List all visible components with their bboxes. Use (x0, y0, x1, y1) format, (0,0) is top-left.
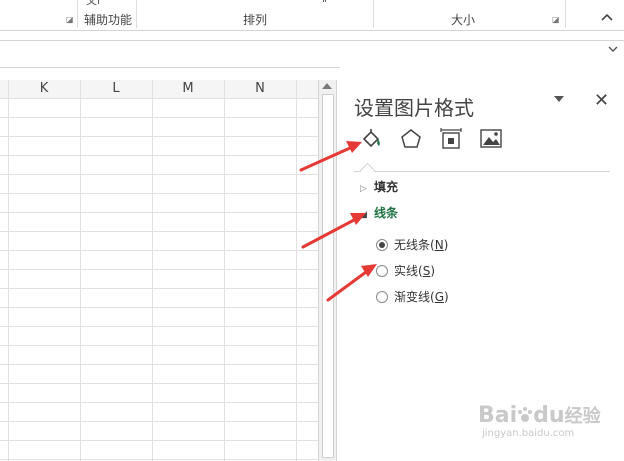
pane-options-icon[interactable] (554, 96, 564, 102)
dialog-launcher-icon[interactable]: ◪ (552, 15, 560, 24)
dialog-launcher-icon[interactable]: ◪ (66, 15, 74, 24)
active-tab-indicator (359, 162, 376, 179)
chevron-down-icon[interactable] (608, 46, 618, 52)
chevron-up-icon[interactable] (601, 13, 613, 21)
radio-button-icon[interactable] (376, 291, 388, 303)
size-properties-icon[interactable] (440, 128, 462, 150)
column-header-partial (0, 80, 8, 99)
group-label-arrange: 排列 (243, 13, 268, 27)
paw-icon (518, 407, 533, 422)
ribbon-separator (565, 0, 566, 28)
radio-solid-line[interactable]: 实线(S) (376, 262, 435, 279)
collapse-triangle-icon: ◢ (360, 210, 367, 220)
ribbon-separator (136, 0, 137, 28)
column-header-l[interactable]: L (80, 80, 152, 99)
baidu-jingyan-watermark: Bai du经验 jingyan.baidu.com (478, 403, 601, 439)
radio-button-icon[interactable] (376, 239, 388, 251)
ribbon: 文ⅰ ⅱ ◪ 辅助功能 排列 大小 ◪ (0, 0, 624, 31)
effects-pentagon-icon[interactable] (400, 128, 422, 150)
column-header-k[interactable]: K (8, 80, 80, 99)
ribbon-cut-text: 文ⅰ (86, 0, 101, 7)
column-header-m[interactable]: M (152, 80, 224, 99)
radio-button-icon[interactable] (376, 265, 388, 277)
vertical-scrollbar[interactable] (318, 80, 337, 461)
column-header-n[interactable]: N (224, 80, 296, 99)
group-label-size: 大小 (451, 13, 476, 27)
cell-grid[interactable] (0, 98, 318, 461)
close-icon[interactable]: ✕ (594, 90, 609, 111)
grid-column-line (152, 80, 153, 461)
scroll-up-icon[interactable] (322, 83, 332, 89)
formula-bar[interactable] (0, 40, 624, 68)
picture-icon[interactable] (480, 128, 502, 150)
scrollbar-thumb[interactable] (322, 94, 334, 458)
grid-column-line (224, 80, 225, 461)
section-fill-label: 填充 (374, 180, 399, 194)
ribbon-separator (77, 0, 78, 28)
section-line-label: 线条 (374, 206, 399, 220)
column-header-partial (296, 80, 318, 99)
grid-column-line (296, 80, 297, 461)
grid-column-line (80, 80, 81, 461)
ribbon-separator (373, 0, 374, 28)
radio-gradient-line[interactable]: 渐变线(G) (376, 288, 449, 305)
expand-triangle-icon: ▷ (360, 184, 367, 194)
grid-column-line (8, 80, 9, 461)
radio-no-line[interactable]: 无线条(N) (376, 236, 448, 253)
fill-line-icon[interactable] (360, 128, 382, 150)
ribbon-cut-text-2: ⅱ (322, 0, 327, 5)
group-label-accessibility: 辅助功能 (84, 13, 133, 27)
section-fill[interactable]: ▷ 填充 (360, 178, 398, 195)
section-line[interactable]: ◢ 线条 (360, 204, 398, 221)
pane-title: 设置图片格式 (354, 96, 474, 120)
tab-divider (354, 171, 610, 172)
